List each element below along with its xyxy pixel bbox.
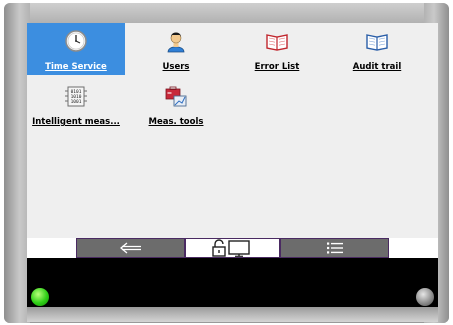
user-icon [167,32,185,53]
svg-text:1001: 1001 [71,99,82,105]
hmi-screen: Time Service Users Error List Audit trai… [27,23,438,238]
icon-error-list[interactable]: Error List [228,23,326,75]
toolbox-icon [165,86,187,107]
list-icon [326,242,343,254]
back-arrow-icon [119,242,141,254]
lock-screen-icon [211,239,250,257]
icon-label: Audit trail [352,62,402,72]
icon-meas-tools[interactable]: Meas. tools [127,78,225,130]
status-led-green [31,288,49,306]
icon-users[interactable]: Users [127,23,225,75]
bezel-bottom-edge [27,307,438,322]
lock-screen-button[interactable] [185,238,280,258]
list-button[interactable] [280,238,389,258]
icon-label: Meas. tools [148,117,204,127]
icon-label: Intelligent meas... [32,117,120,127]
status-led-gray [416,288,434,306]
icon-intelligent-meas[interactable]: 0101 1010 1001 Intelligent meas... [27,78,125,130]
icon-audit-trail[interactable]: Audit trail [328,23,426,75]
device-lower-panel [27,258,438,307]
clock-icon [65,30,87,52]
icon-label: Time Service [45,62,107,72]
bottom-nav-bar [27,238,438,258]
icon-label: Error List [254,62,300,72]
open-book-blue-icon [366,34,388,51]
back-button[interactable] [76,238,185,258]
binary-data-icon: 0101 1010 1001 [65,86,87,107]
open-book-red-icon [266,34,288,51]
icon-time-service[interactable]: Time Service [27,23,125,75]
icon-label: Users [162,62,190,72]
